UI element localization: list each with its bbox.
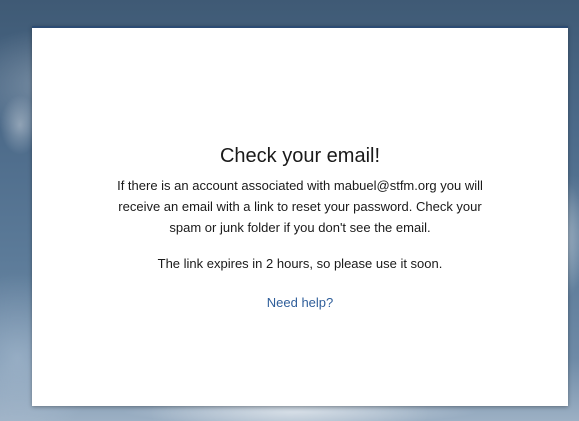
need-help-link[interactable]: Need help? [267, 292, 334, 313]
page-title: Check your email! [219, 145, 381, 167]
confirmation-content: Check your email! If there is an account… [32, 143, 568, 313]
message-line: If there is an account associated with m… [117, 178, 483, 193]
confirmation-card: Check your email! If there is an account… [32, 26, 568, 406]
message-line: receive an email with a link to reset yo… [118, 199, 482, 214]
message-line: spam or junk folder if you don't see the… [169, 220, 431, 235]
expiry-notice: The link expires in 2 hours, so please u… [157, 256, 443, 271]
